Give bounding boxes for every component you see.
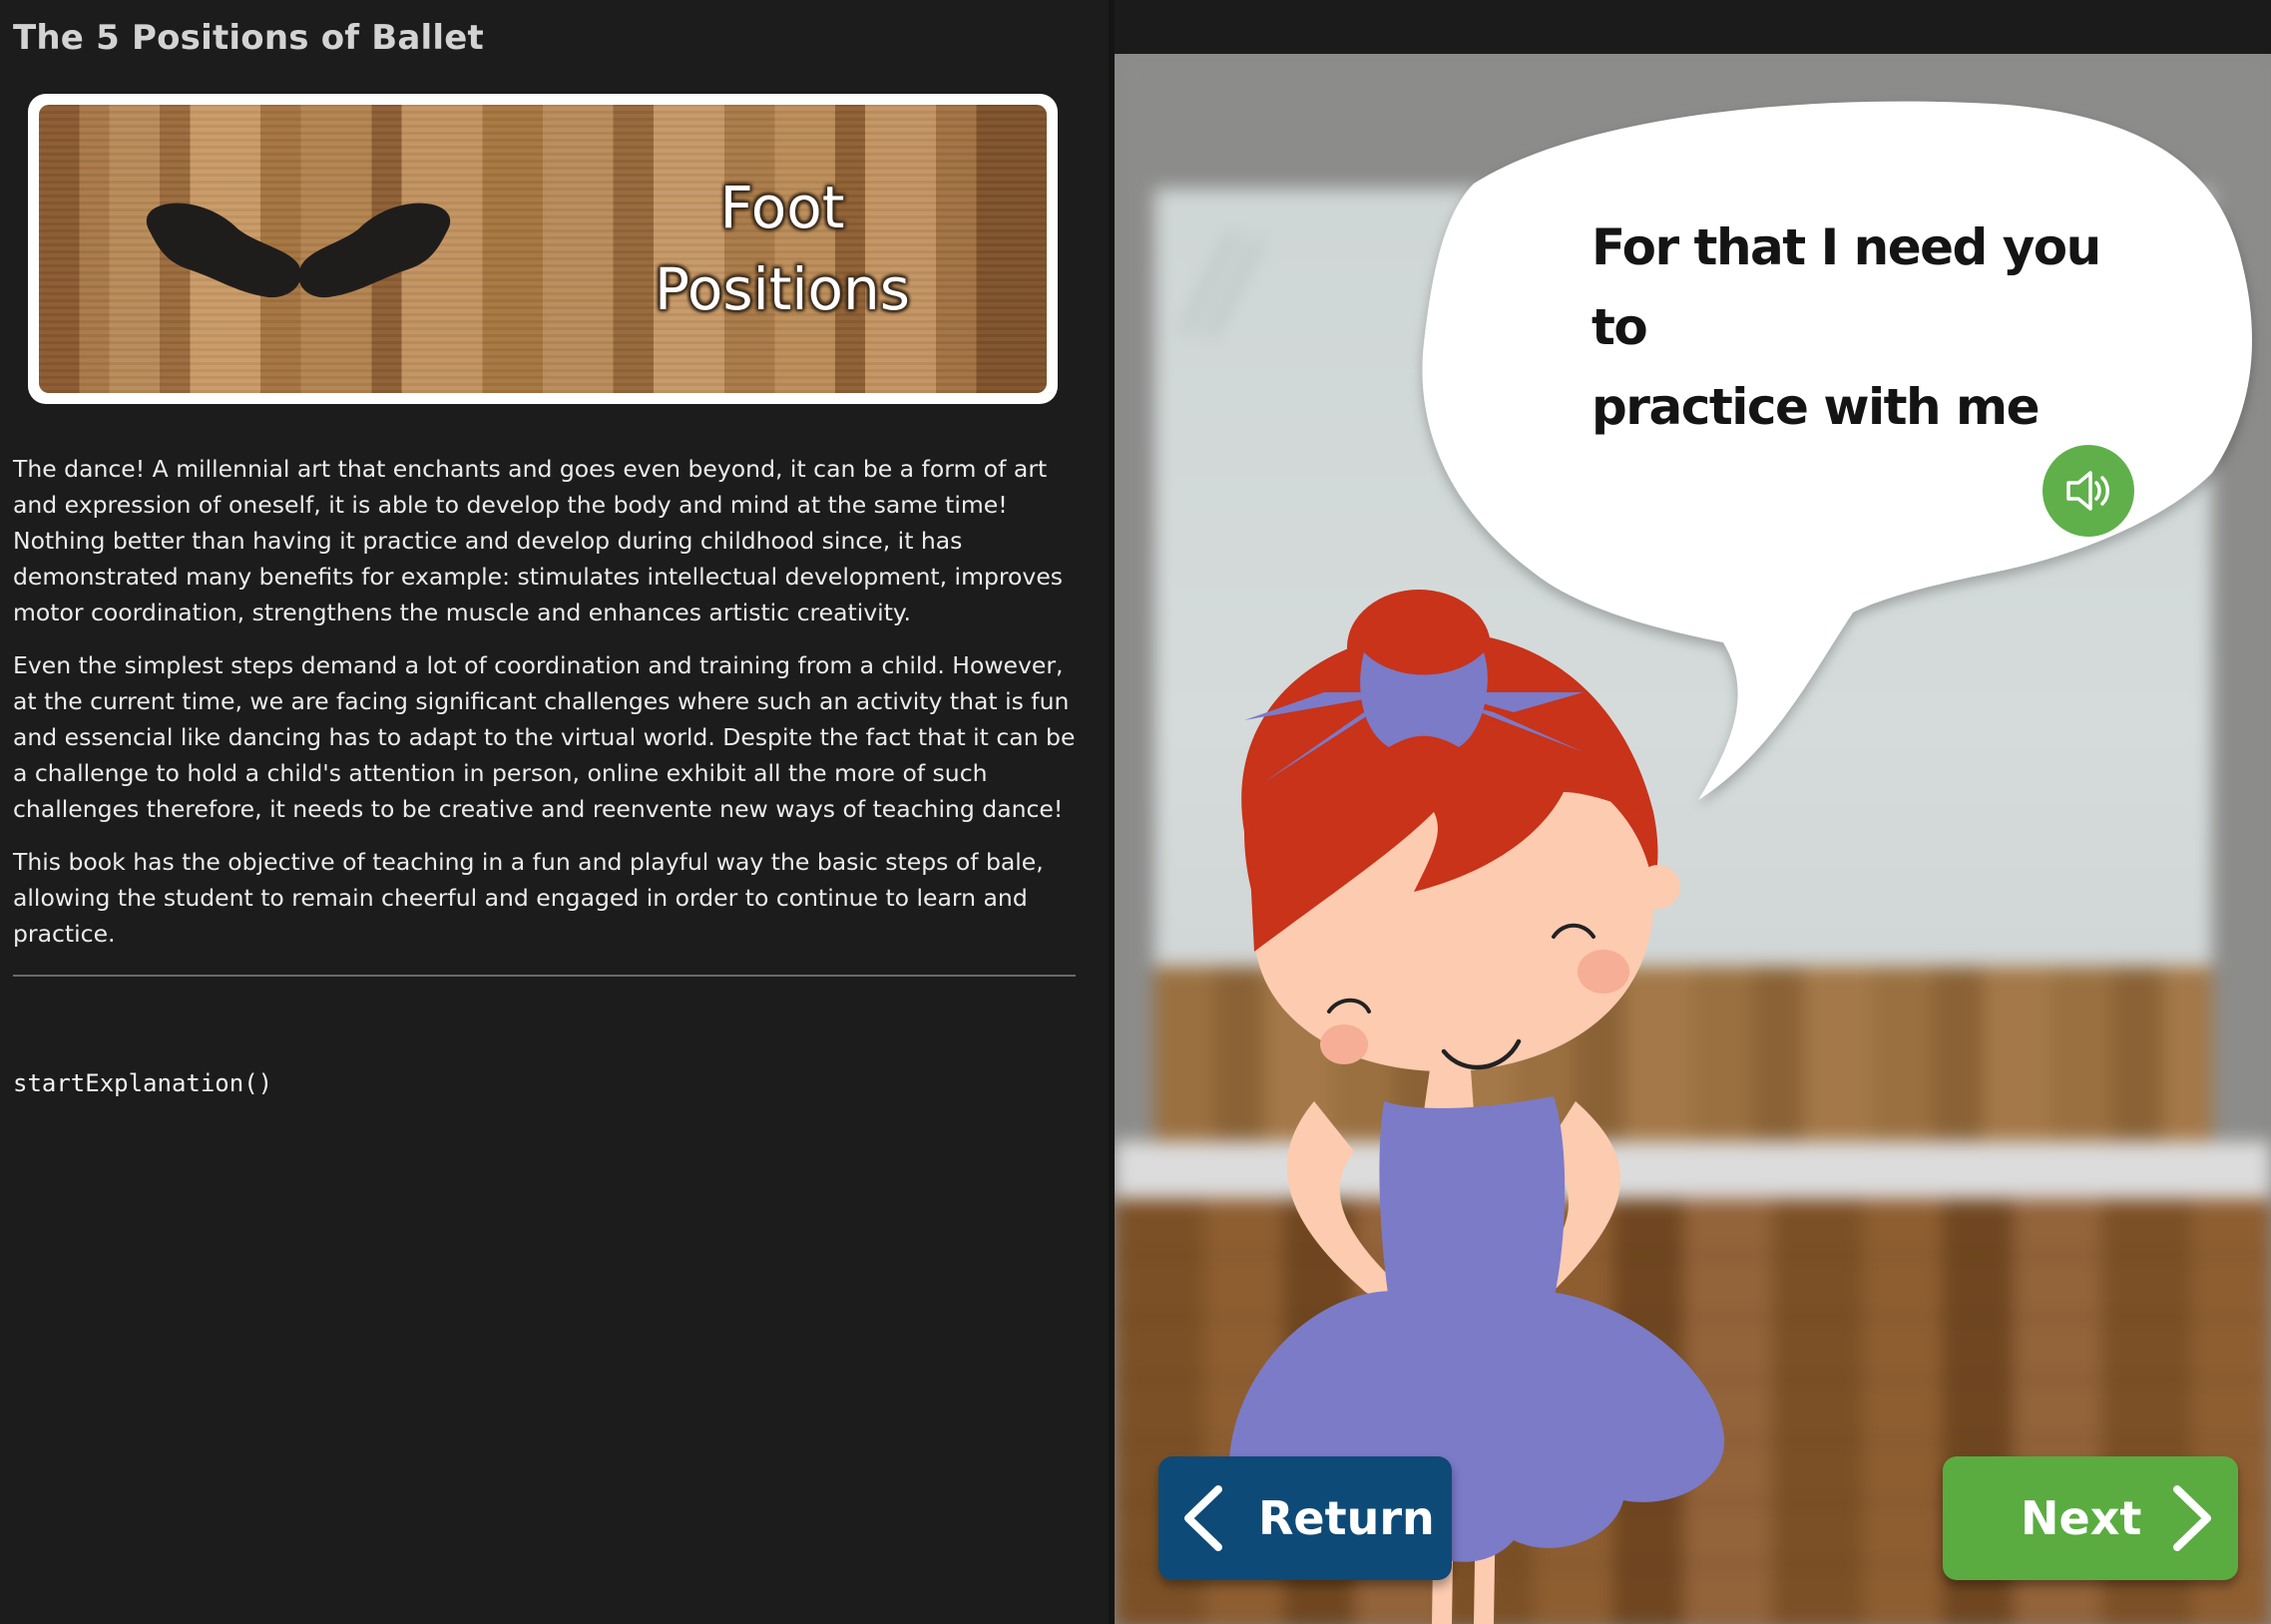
chevron-left-icon	[1184, 1485, 1222, 1551]
chevron-right-icon	[2173, 1485, 2212, 1551]
wood-floor-image: Foot Positions	[39, 105, 1047, 393]
banner-line-2: Positions	[654, 255, 911, 323]
ballerina-cheek-left	[1320, 1024, 1368, 1064]
intro-paragraph-2: Even the simplest steps demand a lot of …	[13, 651, 1076, 823]
ballerina-character	[1228, 590, 1725, 1624]
ballerina-bodice	[1379, 1096, 1566, 1301]
banner-line-1: Foot	[719, 174, 845, 241]
banner-title: Foot Positions	[578, 167, 987, 330]
next-label: Next	[2021, 1491, 2142, 1545]
footprints-icon	[146, 203, 451, 298]
foot-positions-banner: Foot Positions	[28, 94, 1058, 404]
intro-paragraph-1: The dance! A millennial art that enchant…	[13, 455, 1064, 626]
story-scene: For that I need you to practice with me	[1115, 54, 2271, 1624]
code-cell[interactable]: startExplanation()	[13, 1069, 272, 1097]
return-button[interactable]: Return	[1158, 1456, 1452, 1580]
intro-paragraph-3: This book has the objective of teaching …	[13, 848, 1044, 948]
next-button[interactable]: Next	[1943, 1456, 2238, 1580]
notebook-panel: The 5 Positions of Ballet Foot Positions…	[0, 0, 1109, 1624]
intro-text: The dance! A millennial art that enchant…	[13, 451, 1091, 969]
ballerina-arm-left	[1286, 1101, 1393, 1297]
page-title: The 5 Positions of Ballet	[13, 18, 484, 58]
scene-top-strip	[1115, 0, 2271, 54]
ballerina-cheek-right	[1578, 950, 1629, 994]
divider	[13, 975, 1076, 977]
return-label: Return	[1258, 1491, 1435, 1545]
ballerina-ear	[1636, 865, 1680, 909]
